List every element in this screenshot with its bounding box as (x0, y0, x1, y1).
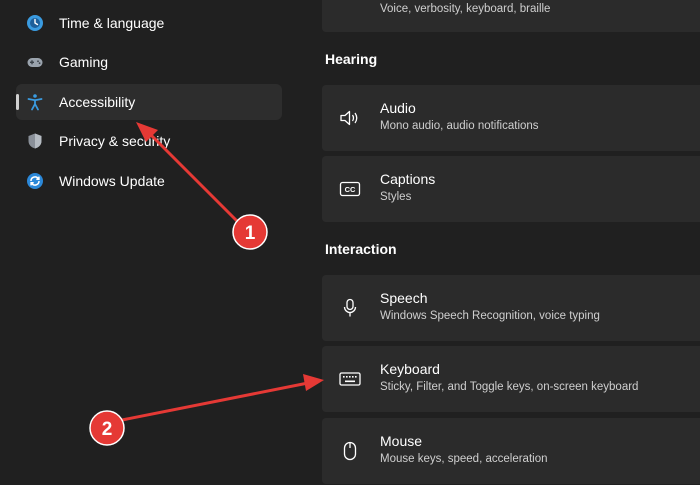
update-sync-icon (26, 172, 44, 190)
keyboard-icon (339, 369, 361, 389)
audio-card[interactable]: Audio Mono audio, audio notifications (322, 85, 700, 151)
accessibility-icon (26, 93, 44, 111)
mouse-card[interactable]: Mouse Mouse keys, speed, acceleration (322, 418, 700, 484)
globe-clock-icon (26, 14, 44, 32)
closed-captions-icon: CC (339, 179, 361, 199)
sidebar-item-label: Privacy & security (59, 133, 171, 149)
card-description: Mouse keys, speed, acceleration (380, 453, 548, 465)
card-description: Voice, verbosity, keyboard, braille (380, 3, 551, 15)
mouse-icon (339, 441, 361, 461)
settings-sidebar: Time & language Gaming Accessibility Pri… (0, 0, 300, 485)
sidebar-item-privacy-security[interactable]: Privacy & security (16, 123, 282, 159)
keyboard-card[interactable]: Keyboard Sticky, Filter, and Toggle keys… (322, 346, 700, 412)
card-description: Styles (380, 191, 412, 203)
svg-text:CC: CC (345, 185, 356, 194)
gamepad-icon (26, 53, 44, 71)
sidebar-item-label: Gaming (59, 54, 109, 70)
captions-card[interactable]: CC Captions Styles (322, 156, 700, 222)
card-description: Mono audio, audio notifications (380, 120, 539, 132)
section-title-interaction: Interaction (325, 241, 397, 257)
card-title: Speech (380, 290, 428, 306)
card-title: Mouse (380, 433, 423, 449)
section-title-hearing: Hearing (325, 51, 378, 67)
sidebar-item-windows-update[interactable]: Windows Update (16, 163, 282, 199)
sidebar-item-label: Windows Update (59, 173, 165, 189)
card-title: Keyboard (380, 361, 440, 377)
speech-card[interactable]: Speech Windows Speech Recognition, voice… (322, 275, 700, 341)
sidebar-item-gaming[interactable]: Gaming (16, 44, 282, 80)
selected-indicator (16, 94, 19, 110)
sidebar-item-label: Time & language (59, 15, 165, 31)
speaker-icon (339, 108, 361, 128)
sidebar-item-time-language[interactable]: Time & language (16, 5, 282, 41)
card-title: Audio (380, 100, 416, 116)
card-title: Captions (380, 171, 436, 187)
shield-icon (26, 132, 44, 150)
card-description: Windows Speech Recognition, voice typing (380, 310, 600, 322)
sidebar-item-label: Accessibility (59, 94, 136, 110)
narrator-card[interactable]: Voice, verbosity, keyboard, braille (322, 0, 700, 32)
microphone-icon (339, 298, 361, 318)
monitor-icon (339, 0, 361, 2)
card-description: Sticky, Filter, and Toggle keys, on-scre… (380, 381, 639, 393)
sidebar-item-accessibility[interactable]: Accessibility (16, 84, 282, 120)
